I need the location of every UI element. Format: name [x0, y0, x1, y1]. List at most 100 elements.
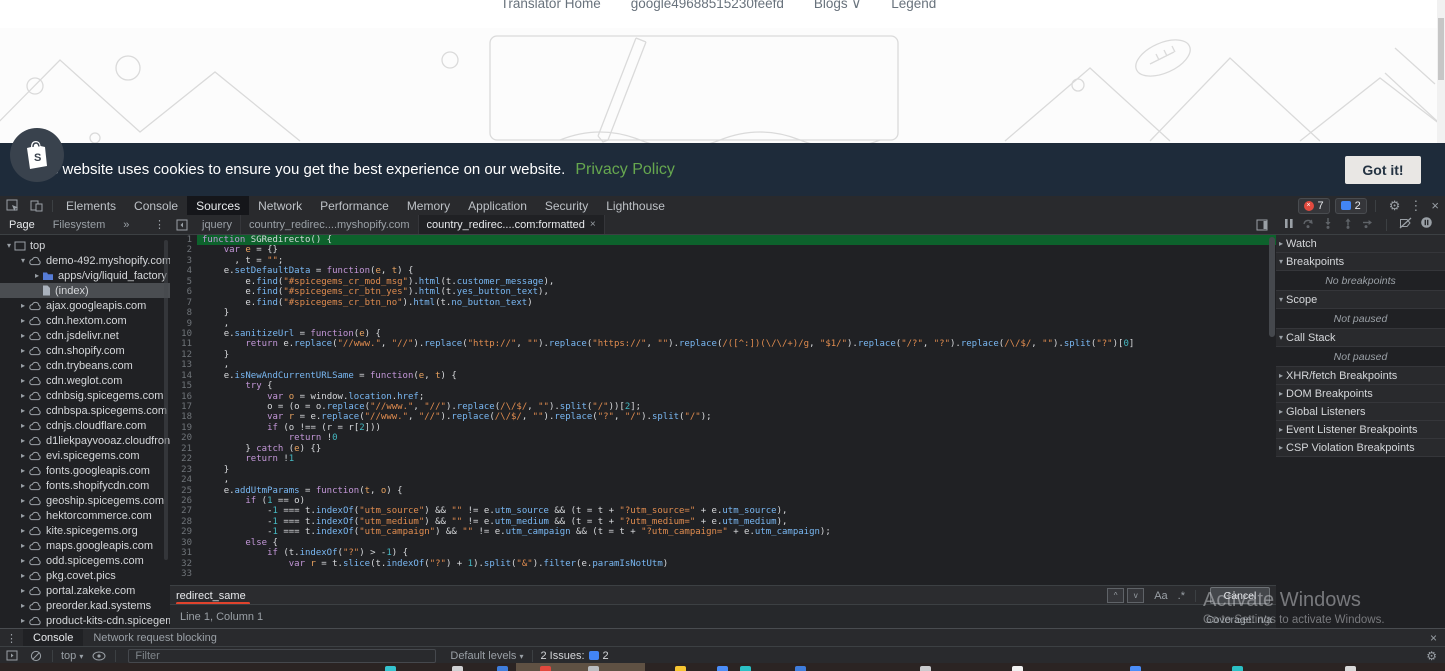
nav-link-legend[interactable]: Legend	[891, 0, 936, 28]
tree-item-cdnbspa-spicegems-com[interactable]: ▸cdnbspa.spicegems.com	[0, 403, 170, 418]
code-line[interactable]: 17 o = (o = o.replace("//www.", "//").re…	[170, 402, 1276, 412]
chevron-right-icon[interactable]: ▸	[18, 406, 28, 415]
code-line[interactable]: 4 e.setDefaultData = function(e, t) {	[170, 266, 1276, 276]
code-line[interactable]: 12 }	[170, 350, 1276, 360]
code-line[interactable]: 15 try {	[170, 381, 1276, 391]
tree-item-top[interactable]: ▾top	[0, 238, 170, 253]
code-line[interactable]: 26 if (1 == o)	[170, 496, 1276, 506]
code-line[interactable]: 32 var r = t.slice(t.indexOf("?") + 1).s…	[170, 559, 1276, 569]
close-devtools-icon[interactable]: ×	[1431, 198, 1439, 213]
panel-tab-application[interactable]: Application	[459, 196, 536, 215]
step-icon[interactable]	[1362, 216, 1374, 234]
panel-tab-lighthouse[interactable]: Lighthouse	[597, 196, 674, 215]
drawer-kebab-icon[interactable]: ⋮	[6, 632, 17, 645]
code-line[interactable]: 11 return e.replace("//www.", "//").repl…	[170, 339, 1276, 349]
editor-tab-country-redirec-myshopify-com[interactable]: country_redirec....myshopify.com	[241, 215, 419, 234]
issues-badge[interactable]: 2	[1335, 198, 1367, 214]
nav-link-blogs[interactable]: Blogs ∨	[814, 0, 861, 28]
editor-tab-country-redirec-com-formatted[interactable]: country_redirec....com:formatted×	[419, 215, 605, 234]
panel-tab-sources[interactable]: Sources	[187, 196, 249, 215]
chevron-right-icon[interactable]: ▸	[18, 436, 28, 445]
windows-taskbar[interactable]	[0, 663, 1445, 671]
tree-item-odd-spicegems-com[interactable]: ▸odd.spicegems.com	[0, 553, 170, 568]
code-line[interactable]: 2 var e = {}	[170, 245, 1276, 255]
tree-item-preorder-kad-systems[interactable]: ▸preorder.kad.systems	[0, 598, 170, 613]
chevron-right-icon[interactable]: ▸	[18, 601, 28, 610]
code-line[interactable]: 33	[170, 569, 1276, 579]
section-call-stack[interactable]: ▾Call Stack	[1276, 329, 1445, 347]
chevron-right-icon[interactable]: ▸	[18, 331, 28, 340]
code-line[interactable]: 22 return !1	[170, 454, 1276, 464]
privacy-policy-link[interactable]: Privacy Policy	[575, 161, 675, 179]
page-scrollbar-thumb[interactable]	[1438, 18, 1444, 80]
section-scope[interactable]: ▾Scope	[1276, 291, 1445, 309]
debugger-panel-toggle-icon[interactable]	[1254, 218, 1270, 232]
taskbar-app-icon[interactable]	[1130, 666, 1141, 671]
inspect-element-icon[interactable]	[4, 199, 20, 213]
taskbar-app-icon[interactable]	[1345, 666, 1356, 671]
tree-item-portal-zakeke-com[interactable]: ▸portal.zakeke.com	[0, 583, 170, 598]
chevron-right-icon[interactable]: ▸	[18, 541, 28, 550]
chevron-right-icon[interactable]: ▸	[18, 376, 28, 385]
code-line[interactable]: 28 -1 === t.indexOf("utm_medium") && "" …	[170, 517, 1276, 527]
code-line[interactable]: 10 e.sanitizeUrl = function(e) {	[170, 329, 1276, 339]
tree-item-geoship-spicegems-com[interactable]: ▸geoship.spicegems.com	[0, 493, 170, 508]
code-line[interactable]: 16 var o = window.location.href;	[170, 392, 1276, 402]
section-global-listeners[interactable]: ▸Global Listeners	[1276, 403, 1445, 421]
match-case-toggle[interactable]: Aa	[1154, 590, 1167, 602]
clear-console-icon[interactable]	[28, 649, 44, 663]
tab-console[interactable]: Console	[23, 629, 83, 647]
navigator-toggle-icon[interactable]	[174, 218, 190, 232]
tree-item-pkg-covet-pics[interactable]: ▸pkg.covet.pics	[0, 568, 170, 583]
section-xhr-fetch-breakpoints[interactable]: ▸XHR/fetch Breakpoints	[1276, 367, 1445, 385]
error-badge[interactable]: × 7	[1298, 198, 1330, 214]
section-event-listener-breakpoints[interactable]: ▸Event Listener Breakpoints	[1276, 421, 1445, 439]
chevron-right-icon[interactable]: ▸	[18, 301, 28, 310]
code-line[interactable]: 7 e.find("#spicegems_cr_btn_no").html(t.…	[170, 298, 1276, 308]
tree-item-ajax-googleapis-com[interactable]: ▸ajax.googleapis.com	[0, 298, 170, 313]
kebab-menu-icon[interactable]: ⋮	[1409, 198, 1422, 214]
section-csp-violation-breakpoints[interactable]: ▸CSP Violation Breakpoints	[1276, 439, 1445, 457]
device-toolbar-icon[interactable]	[28, 199, 44, 213]
deactivate-breakpoints-icon[interactable]	[1399, 216, 1412, 234]
chevron-right-icon[interactable]: ▸	[18, 571, 28, 580]
step-over-icon[interactable]	[1302, 216, 1314, 234]
code-line[interactable]: 31 if (t.indexOf("?") > -1) {	[170, 548, 1276, 558]
chevron-right-icon[interactable]: ▸	[18, 421, 28, 430]
console-settings-gear-icon[interactable]: ⚙	[1426, 649, 1437, 663]
tab-network-request-blocking[interactable]: Network request blocking	[83, 629, 227, 647]
taskbar-app-icon[interactable]	[452, 666, 463, 671]
editor-scrollbar[interactable]	[1269, 237, 1275, 337]
step-into-icon[interactable]	[1322, 216, 1334, 234]
code-line[interactable]: 5 e.find("#spicegems_cr_mod_msg").html(t…	[170, 277, 1276, 287]
step-out-icon[interactable]	[1342, 216, 1354, 234]
tree-item-cdn-shopify-com[interactable]: ▸cdn.shopify.com	[0, 343, 170, 358]
tree-item-maps-googleapis-com[interactable]: ▸maps.googleapis.com	[0, 538, 170, 553]
tree-item-demo-492-myshopify-com[interactable]: ▾demo-492.myshopify.com	[0, 253, 170, 268]
panel-tab-performance[interactable]: Performance	[311, 196, 398, 215]
frame-context-select[interactable]: top ▾	[61, 650, 83, 662]
nav-link-translator-home[interactable]: Translator Home	[501, 0, 601, 28]
section-watch[interactable]: ▸Watch	[1276, 235, 1445, 253]
sidebar-scrollbar[interactable]	[164, 240, 168, 560]
search-bar[interactable]: redirect_same ^ v Aa .* Cancel	[170, 585, 1276, 605]
tree-item-hektorcommerce-com[interactable]: ▸hektorcommerce.com	[0, 508, 170, 523]
pause-on-exceptions-icon[interactable]	[1420, 216, 1433, 234]
chevron-right-icon[interactable]: ▸	[18, 316, 28, 325]
navigator-kebab-icon[interactable]: ⋮	[154, 218, 165, 231]
chevron-right-icon[interactable]: ▸	[18, 346, 28, 355]
code-line[interactable]: 18 var r = e.replace("//www.", "//").rep…	[170, 412, 1276, 422]
panel-tab-network[interactable]: Network	[249, 196, 311, 215]
cancel-search-button[interactable]: Cancel	[1210, 587, 1270, 604]
taskbar-app-icon[interactable]	[920, 666, 931, 671]
code-line[interactable]: 21 } catch (e) {}	[170, 444, 1276, 454]
search-input[interactable]: redirect_same	[176, 590, 246, 602]
close-drawer-icon[interactable]: ×	[1430, 631, 1437, 645]
log-levels-select[interactable]: Default levels ▾	[450, 650, 523, 662]
code-line[interactable]: 24 ,	[170, 475, 1276, 485]
chevron-right-icon[interactable]: ▸	[18, 526, 28, 535]
shopify-logo[interactable]: S	[10, 128, 64, 182]
pause-script-icon[interactable]	[1284, 216, 1294, 234]
tree-item-cdn-weglot-com[interactable]: ▸cdn.weglot.com	[0, 373, 170, 388]
code-line[interactable]: 20 return !0	[170, 433, 1276, 443]
